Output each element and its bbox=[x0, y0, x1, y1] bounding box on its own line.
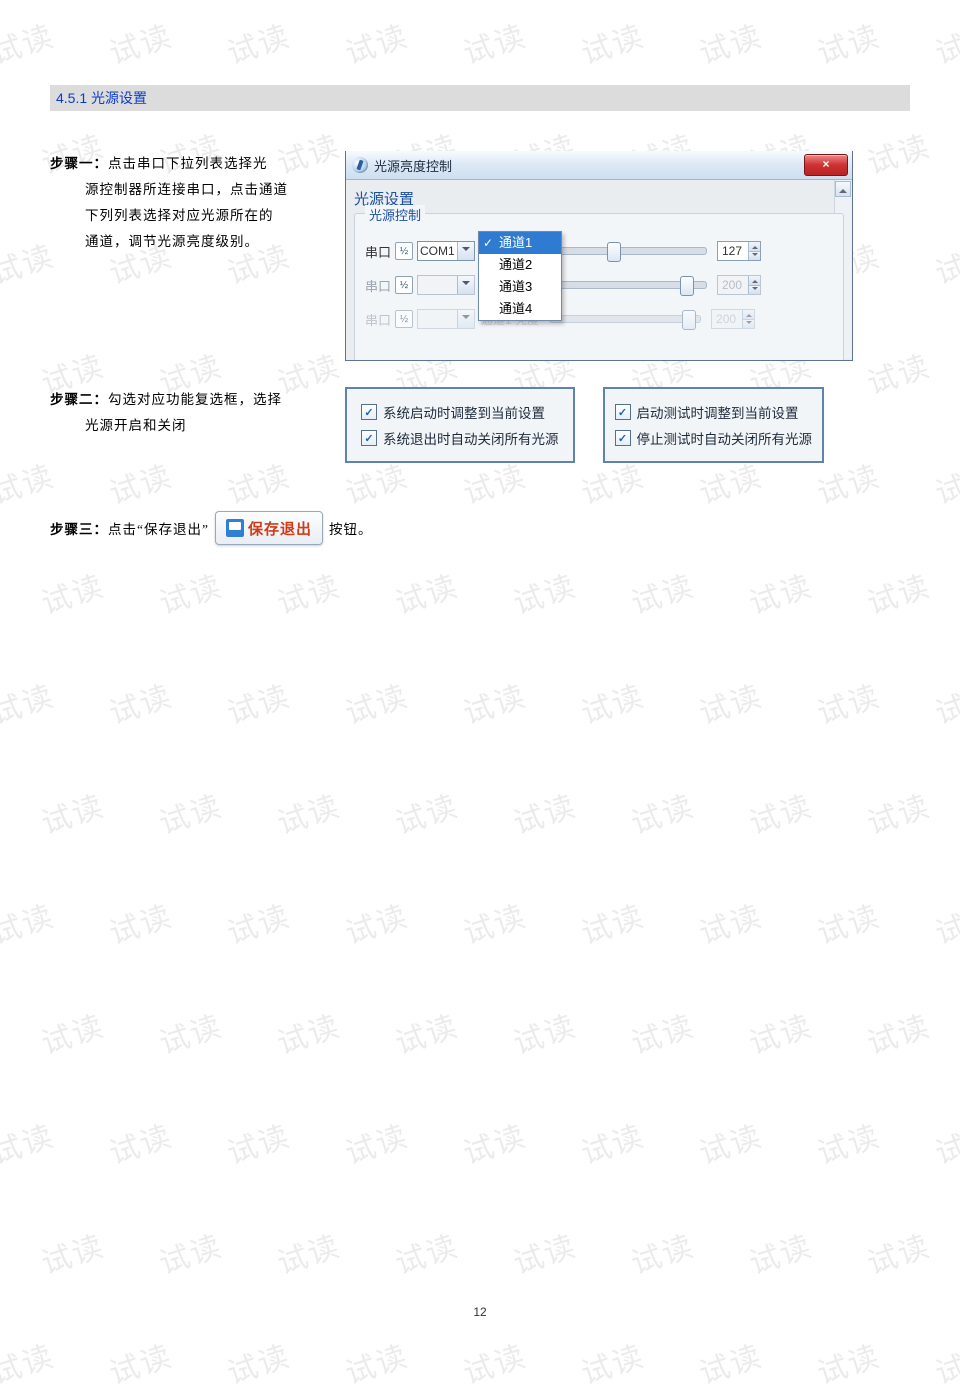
group-light-control: 光源控制 串口 ½ COM1 bbox=[354, 213, 844, 361]
chevron-down-icon bbox=[457, 310, 474, 328]
section-heading-bar: 4.5.1 光源设置 bbox=[50, 85, 910, 111]
toggle-icon-3[interactable]: ½ bbox=[395, 310, 413, 328]
step3-text: 步骤三： 点击“保存退出” 保存退出 按钮。 bbox=[50, 511, 910, 545]
checkbox[interactable] bbox=[615, 404, 631, 420]
step2-label: 步骤二： bbox=[50, 392, 108, 407]
label-serial: 串口 bbox=[365, 242, 395, 261]
com-port-combo[interactable]: COM1 bbox=[417, 241, 475, 261]
checkbox-label: 系统启动时调整到当前设置 bbox=[383, 402, 545, 422]
save-icon bbox=[226, 519, 244, 537]
com-port-combo-2[interactable] bbox=[417, 275, 475, 295]
slider-thumb[interactable] bbox=[680, 276, 694, 296]
checkbox-label: 系统退出时自动关闭所有光源 bbox=[383, 428, 559, 448]
toggle-icon[interactable]: ½ bbox=[395, 242, 413, 260]
spin-buttons[interactable] bbox=[748, 242, 760, 260]
checkbox[interactable] bbox=[361, 404, 377, 420]
dropdown-option[interactable]: 通道3 bbox=[479, 276, 561, 298]
chevron-down-icon bbox=[457, 276, 474, 294]
brightness-spin-1[interactable]: 127 bbox=[717, 241, 761, 261]
dropdown-option[interactable]: 通道1 bbox=[479, 232, 561, 254]
brightness-slider-3[interactable] bbox=[549, 315, 701, 323]
page-number: 12 bbox=[0, 1305, 960, 1319]
checkbox-panel-right: 启动测试时调整到当前设置 停止测试时自动关闭所有光源 bbox=[603, 387, 825, 463]
dialog-titlebar: 光源亮度控制 × bbox=[346, 151, 852, 180]
step1-text: 步骤一：点击串口下拉列表选择光 源控制器所连接串口，点击通道 下列列表选择对应光… bbox=[50, 151, 345, 255]
toggle-icon-2[interactable]: ½ bbox=[395, 276, 413, 294]
app-icon bbox=[352, 157, 368, 173]
brightness-spin-2: 200 bbox=[717, 275, 761, 295]
slider-thumb[interactable] bbox=[607, 242, 621, 262]
spin-buttons bbox=[742, 310, 754, 328]
checkbox[interactable] bbox=[361, 430, 377, 446]
brightness-spin-3: 200 bbox=[711, 309, 755, 329]
com-port-combo-3[interactable] bbox=[417, 309, 475, 329]
screenshot-dialog: 光源亮度控制 × 光源设置 光源控制 串口 ½ bbox=[345, 151, 853, 361]
channel-dropdown[interactable]: 通道1 通道2 通道3 通道4 bbox=[478, 231, 562, 321]
label-serial-3: 串口 bbox=[365, 310, 395, 329]
checkbox[interactable] bbox=[615, 430, 631, 446]
checkbox-label: 停止测试时自动关闭所有光源 bbox=[637, 428, 813, 448]
groupbox-title: 光源控制 bbox=[365, 205, 425, 224]
step3-label: 步骤三： bbox=[50, 518, 108, 538]
section-heading: 4.5.1 光源设置 bbox=[56, 90, 147, 106]
save-exit-button[interactable]: 保存退出 bbox=[215, 511, 323, 545]
checkbox-panel-left: 系统启动时调整到当前设置 系统退出时自动关闭所有光源 bbox=[345, 387, 575, 463]
chevron-down-icon bbox=[457, 242, 474, 260]
scroll-up-icon[interactable] bbox=[835, 181, 851, 197]
checkbox-label: 启动测试时调整到当前设置 bbox=[637, 402, 799, 422]
dialog-title: 光源亮度控制 bbox=[374, 156, 452, 175]
label-serial-2: 串口 bbox=[365, 276, 395, 295]
slider-thumb[interactable] bbox=[682, 310, 696, 330]
dropdown-option[interactable]: 通道2 bbox=[479, 254, 561, 276]
spin-buttons bbox=[748, 276, 760, 294]
close-button[interactable]: × bbox=[804, 154, 848, 176]
section-label: 光源设置 bbox=[354, 188, 844, 209]
dropdown-option[interactable]: 通道4 bbox=[479, 298, 561, 320]
step1-label: 步骤一： bbox=[50, 156, 108, 171]
step2-text: 步骤二：勾选对应功能复选框，选择 光源开启和关闭 bbox=[50, 387, 345, 439]
